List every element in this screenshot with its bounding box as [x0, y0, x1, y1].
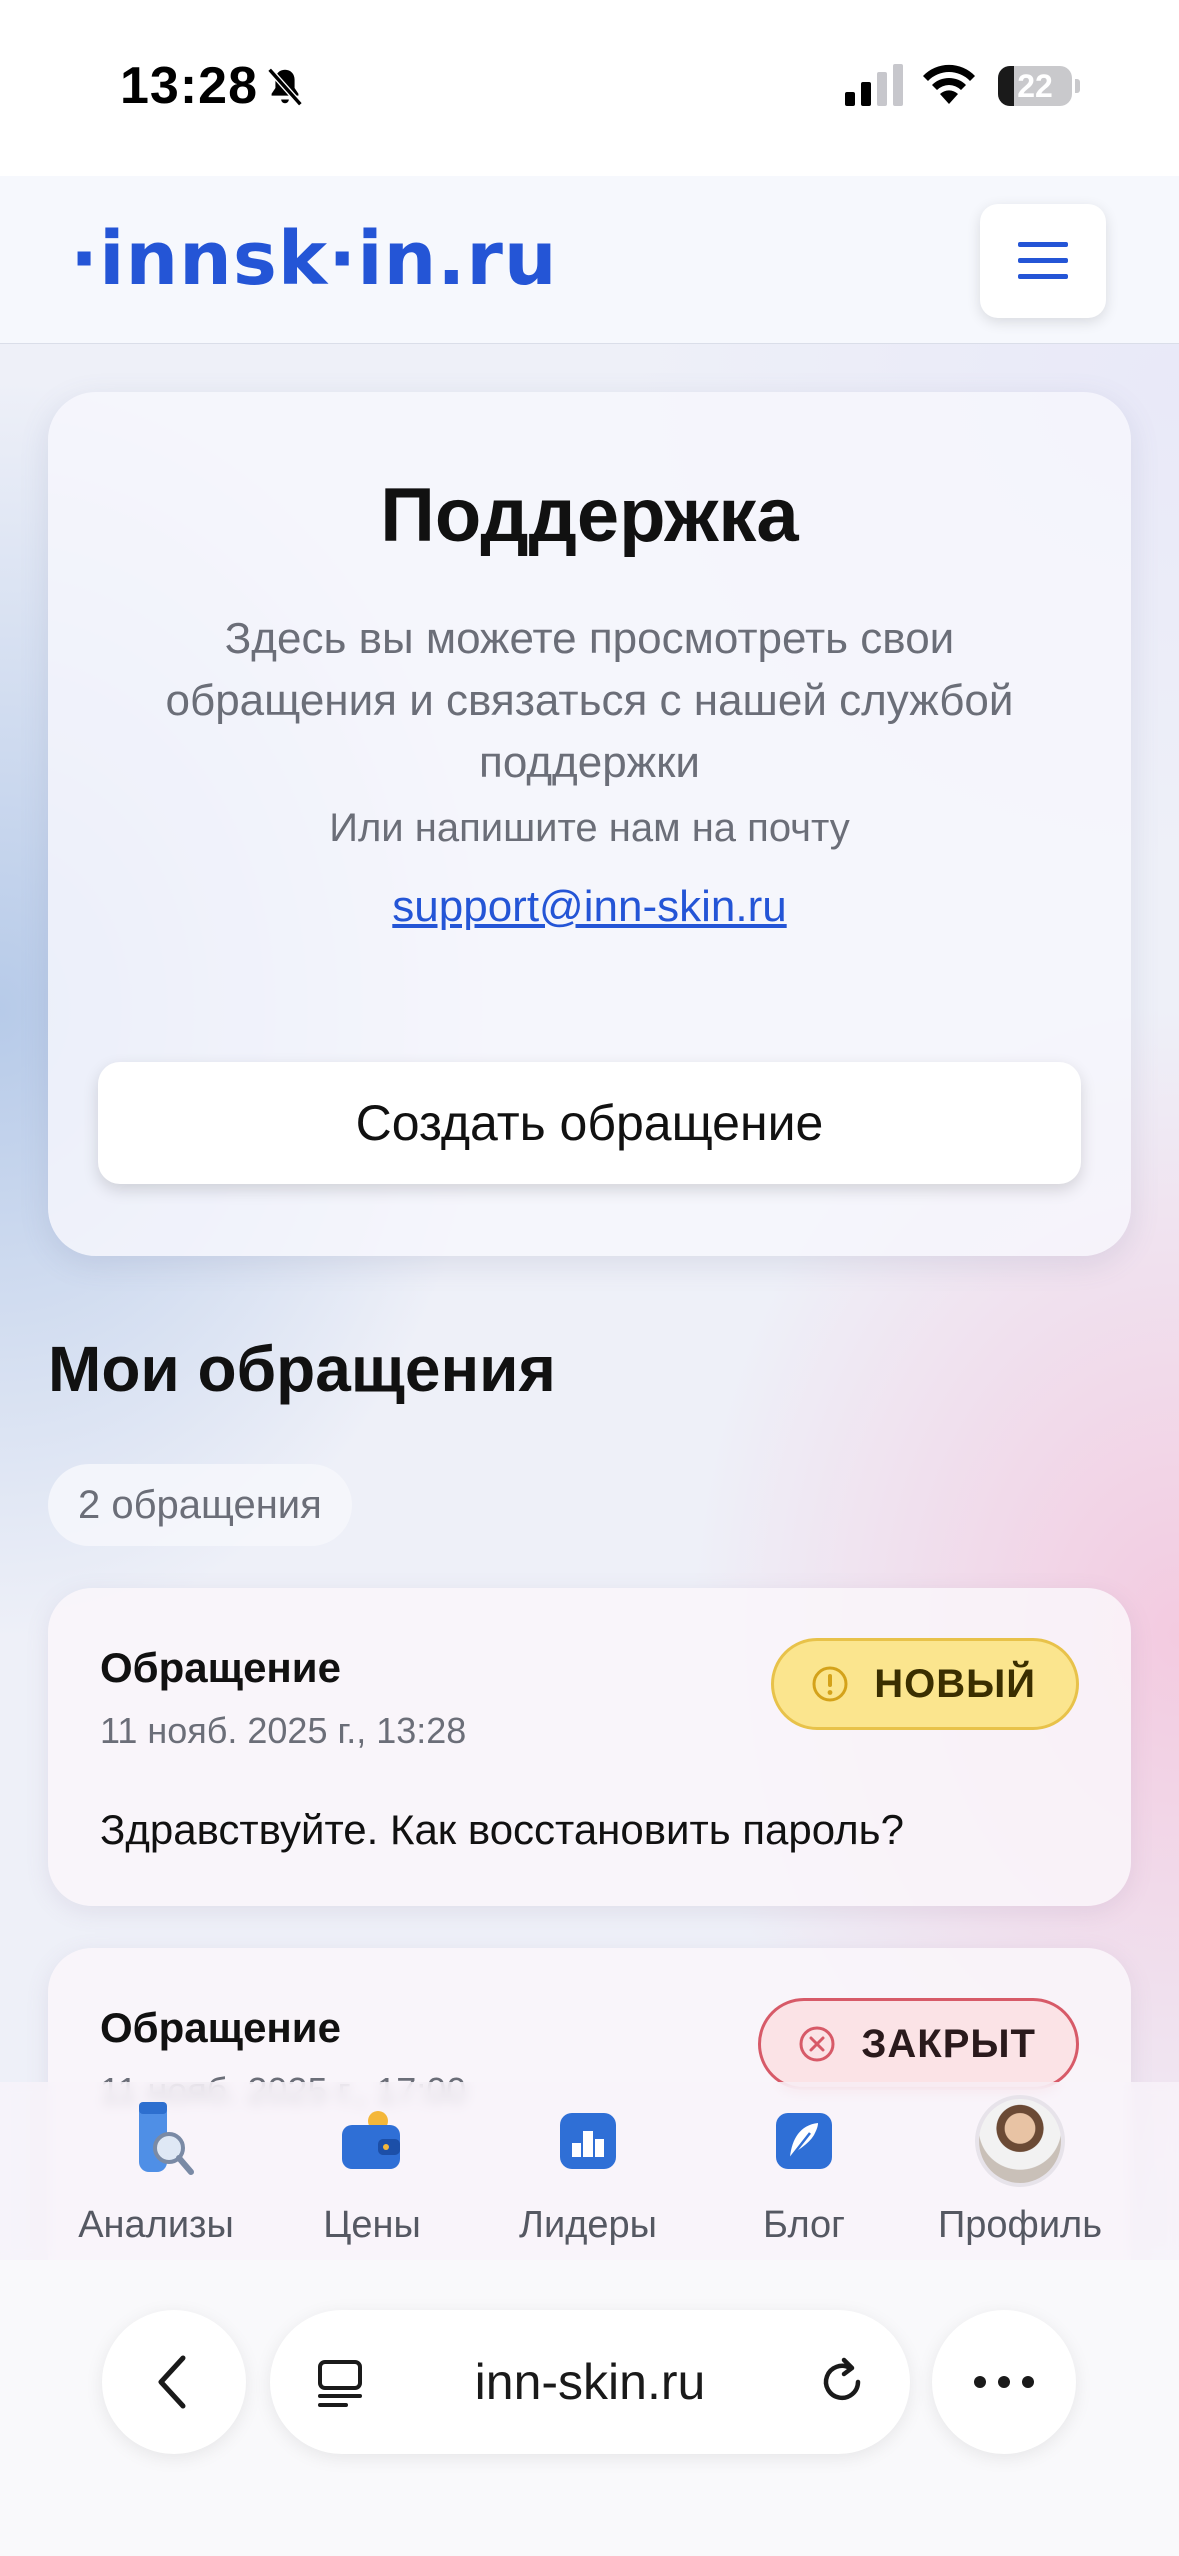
address-bar[interactable]: inn-skin.ru [270, 2310, 910, 2454]
chevron-left-icon [158, 2355, 186, 2409]
support-card: Поддержка Здесь вы можете просмотреть св… [48, 392, 1131, 1256]
nav-label: Цены [323, 2204, 421, 2246]
status-badge: ЗАКРЫТ [758, 1998, 1079, 2090]
status-bar: 13:28 22 [0, 0, 1179, 176]
reload-icon[interactable] [814, 2354, 870, 2415]
status-badge: НОВЫЙ [771, 1638, 1079, 1730]
nav-item-leaders[interactable]: Лидеры [478, 2096, 698, 2256]
ticket-card[interactable]: Обращение 11 нояб. 2025 г., 13:28 Здравс… [48, 1588, 1131, 1906]
page-title: Поддержка [380, 473, 799, 558]
nav-item-profile[interactable]: Профиль [910, 2095, 1130, 2256]
page-content: ·innsk·in.ru Поддержка Здесь вы можете п… [0, 176, 1179, 2260]
battery-percent: 22 [1017, 68, 1053, 104]
hamburger-menu-icon [1018, 242, 1068, 279]
support-mail-caption: Или напишите нам на почту [329, 806, 850, 850]
support-email-link[interactable]: support@inn-skin.ru [48, 882, 1131, 932]
ticket-title: Обращение [100, 2004, 341, 2051]
nav-item-prices[interactable]: Цены [262, 2096, 482, 2256]
battery-icon: 22 [998, 66, 1080, 106]
cellular-signal-icon [845, 64, 905, 113]
wallet-icon [327, 2096, 417, 2186]
more-button[interactable] [932, 2310, 1076, 2454]
status-label: ЗАКРЫТ [861, 2021, 1036, 2066]
browser-toolbar: inn-skin.ru [0, 2260, 1179, 2556]
nav-item-blog[interactable]: Блог [694, 2096, 914, 2256]
podium-icon [543, 2096, 633, 2186]
nav-label: Профиль [937, 2204, 1103, 2246]
ticket-title: Обращение [100, 1644, 341, 1691]
back-button[interactable] [102, 2310, 246, 2454]
site-header: ·innsk·in.ru [0, 176, 1179, 344]
support-description: Здесь вы можете просмотреть свои обращен… [165, 614, 1014, 787]
avatar [975, 2095, 1065, 2187]
wifi-icon [920, 60, 978, 113]
exclamation-circle-icon [810, 1664, 850, 1704]
menu-button[interactable] [980, 204, 1106, 318]
x-circle-icon [797, 2024, 837, 2064]
tube-magnifier-icon [111, 2096, 201, 2186]
nav-label: Блог [762, 2204, 846, 2246]
site-logo[interactable]: ·innsk·in.ru [70, 216, 558, 302]
nav-item-analyses[interactable]: Анализы [46, 2096, 266, 2256]
tickets-section-title: Мои обращения [48, 1333, 556, 1405]
status-label: НОВЫЙ [874, 1661, 1036, 1706]
nav-label: Лидеры [519, 2204, 657, 2246]
nav-label: Анализы [78, 2204, 234, 2246]
bottom-navigation: Анализы Цены Лидеры Блог Профиль [0, 2082, 1179, 2260]
feather-icon [759, 2096, 849, 2186]
ticket-date: 11 нояб. 2025 г., 13:28 [100, 1710, 467, 1751]
bell-slash-icon [262, 64, 308, 115]
tickets-count-badge: 2 обращения [48, 1464, 352, 1546]
more-dots-icon [974, 2376, 1034, 2388]
create-ticket-button[interactable]: Создать обращение [98, 1062, 1081, 1184]
status-time: 13:28 [120, 57, 258, 115]
ticket-message: Здравствуйте. Как восстановить пароль? [100, 1806, 904, 1853]
